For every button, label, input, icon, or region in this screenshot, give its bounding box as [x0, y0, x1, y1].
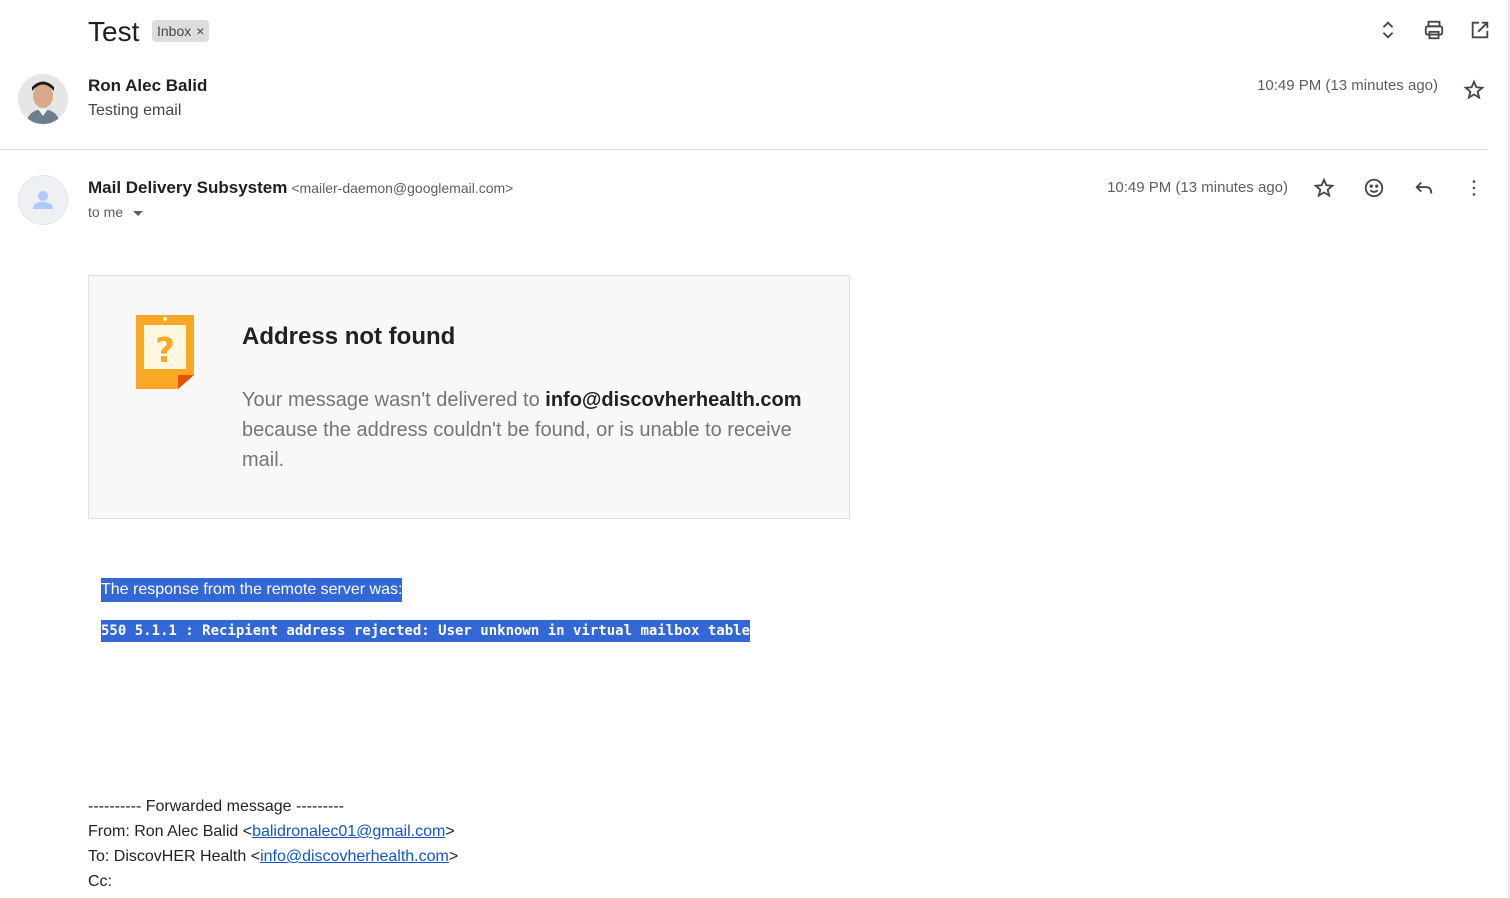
email-subject: Test: [88, 16, 140, 47]
label-text: Inbox: [157, 23, 192, 39]
svg-text:?: ?: [155, 331, 175, 371]
forwarded-message-block: ---------- Forwarded message --------- F…: [88, 794, 458, 894]
bounce-message: Your message wasn't delivered to info@di…: [242, 385, 812, 475]
more-vert-icon[interactable]: [1462, 176, 1486, 200]
server-response-label: The response from the remote server was:: [101, 578, 403, 602]
sender-email: <mailer-daemon@googlemail.com>: [291, 180, 514, 196]
emoji-reaction-icon[interactable]: [1362, 176, 1386, 200]
star-icon[interactable]: [1312, 176, 1336, 200]
thread-toolbar: [1376, 18, 1492, 42]
recipient-details-toggle[interactable]: to me: [88, 204, 144, 220]
from-close: >: [445, 823, 455, 840]
forwarded-to: To: DiscovHER Health <info@discovherheal…: [88, 844, 458, 869]
bounce-notice-card: ? Address not found Your message wasn't …: [88, 275, 850, 519]
remove-label-button[interactable]: ×: [196, 20, 204, 42]
bounce-body-suffix: because the address couldn't be found, o…: [242, 419, 792, 471]
sender-avatar: [18, 74, 68, 124]
server-response-code: 550 5.1.1 : Recipient address rejected: …: [101, 620, 751, 642]
from-label: From: Ron Alec Balid <: [88, 823, 253, 840]
star-icon[interactable]: [1462, 78, 1486, 102]
message-snippet: Testing email: [88, 102, 182, 119]
message-divider: [0, 149, 1488, 150]
message-timestamp: 10:49 PM (13 minutes ago): [1107, 179, 1288, 196]
caret-down-icon: [133, 210, 144, 216]
expand-collapse-icon[interactable]: [1376, 18, 1400, 42]
collapsed-message[interactable]: Ron Alec Balid Testing email 10:49 PM (1…: [0, 70, 1510, 150]
reply-icon[interactable]: [1412, 176, 1436, 200]
from-email-link[interactable]: balidronalec01@gmail.com: [252, 823, 445, 840]
sender-avatar-generic-icon: [18, 175, 68, 225]
inbox-label-chip[interactable]: Inbox ×: [152, 20, 210, 42]
question-note-icon: ?: [134, 313, 196, 391]
message-timestamp: 10:49 PM (13 minutes ago): [1257, 77, 1438, 94]
bounce-title: Address not found: [242, 323, 456, 350]
sender-name: Mail Delivery Subsystem: [88, 178, 288, 197]
failed-address: info@discovherhealth.com: [545, 389, 802, 411]
forwarded-from: From: Ron Alec Balid <balidronalec01@gma…: [88, 819, 458, 844]
forwarded-cc: Cc:: [88, 873, 112, 890]
message-actions: [1312, 176, 1486, 200]
email-view: Test Inbox × Ron Alec Balid Testing emai…: [0, 0, 1510, 898]
bounce-body-prefix: Your message wasn't delivered to: [242, 389, 546, 411]
recipient-text: to me: [88, 204, 124, 220]
print-icon[interactable]: [1422, 18, 1446, 42]
to-close: >: [448, 848, 459, 865]
open-in-new-window-icon[interactable]: [1468, 18, 1492, 42]
sender-line: Mail Delivery Subsystem <mailer-daemon@go…: [88, 178, 513, 198]
to-label: To: DiscovHER Health <: [88, 848, 261, 865]
to-email-link[interactable]: info@discovherhealth.com: [260, 848, 449, 865]
sender-name: Ron Alec Balid: [88, 76, 208, 95]
forwarded-header: ---------- Forwarded message ---------: [88, 798, 344, 815]
